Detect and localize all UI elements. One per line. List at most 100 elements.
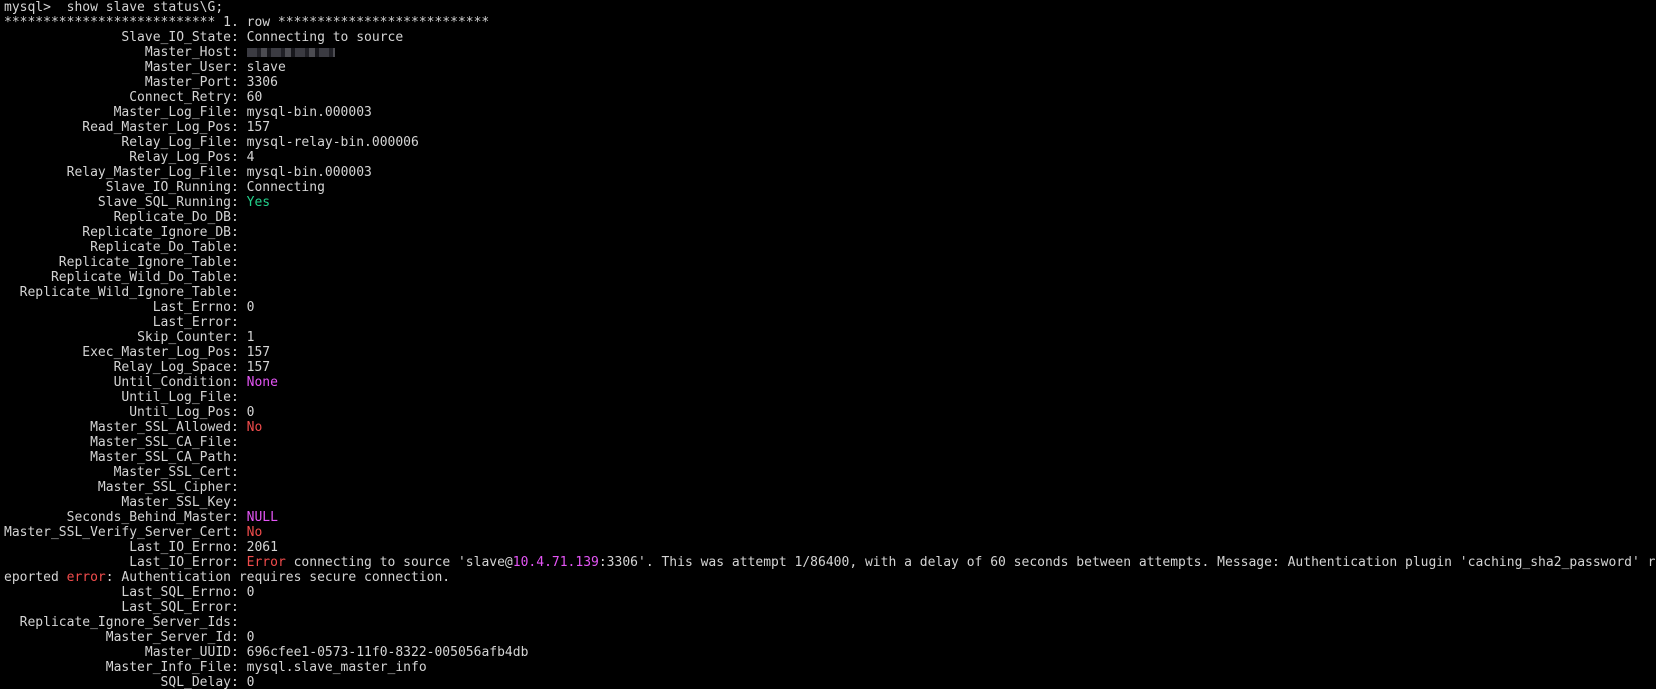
field-label: Replicate_Ignore_Table bbox=[58, 255, 231, 270]
field-label: Replicate_Wild_Do_Table bbox=[50, 270, 231, 285]
field-separator: : bbox=[230, 150, 247, 165]
field-value: mysql.slave_master_info bbox=[246, 660, 427, 675]
label-padding bbox=[4, 540, 129, 555]
field-label: Until_Log_Pos bbox=[129, 405, 231, 420]
field-value: 157 bbox=[246, 345, 271, 360]
label-padding bbox=[4, 360, 114, 375]
label-padding bbox=[4, 225, 82, 240]
status-row: Master_SSL_Cert: bbox=[4, 465, 1656, 480]
field-separator: : bbox=[230, 450, 247, 465]
field-value: 1 bbox=[246, 330, 255, 345]
status-fields: Slave_IO_State: Connecting to source Mas… bbox=[4, 30, 1656, 689]
label-padding bbox=[4, 120, 82, 135]
field-label: Slave_SQL_Running bbox=[97, 195, 231, 210]
label-padding bbox=[4, 150, 129, 165]
field-separator: : bbox=[230, 75, 247, 90]
label-padding bbox=[4, 630, 106, 645]
label-padding bbox=[4, 675, 161, 689]
field-separator: : bbox=[230, 255, 247, 270]
field-separator: : bbox=[230, 540, 247, 555]
field-label: Connect_Retry bbox=[129, 90, 231, 105]
label-padding bbox=[4, 75, 145, 90]
field-separator: : bbox=[230, 135, 247, 150]
status-row: Last_SQL_Errno: 0 bbox=[4, 585, 1656, 600]
field-label: Master_SSL_Verify_Server_Cert bbox=[4, 525, 231, 540]
field-separator: : bbox=[230, 270, 247, 285]
terminal-window[interactable]: mysql> show slave status\G; ************… bbox=[0, 0, 1656, 689]
redacted-value bbox=[246, 48, 335, 57]
field-label: Replicate_Wild_Ignore_Table bbox=[19, 285, 231, 300]
field-value: Yes bbox=[246, 195, 271, 210]
label-padding bbox=[4, 495, 121, 510]
label-padding bbox=[4, 105, 114, 120]
field-separator: : bbox=[230, 390, 247, 405]
label-padding bbox=[4, 255, 59, 270]
label-padding bbox=[4, 375, 114, 390]
field-separator: : bbox=[231, 345, 247, 360]
status-row: Replicate_Ignore_Table: bbox=[4, 255, 1656, 270]
field-value-segment: 10.4.71.139 bbox=[512, 555, 599, 570]
field-value: 0 bbox=[246, 405, 255, 420]
field-separator: : bbox=[230, 660, 247, 675]
field-label: Replicate_Ignore_DB bbox=[82, 225, 231, 240]
field-label: Until_Log_File bbox=[121, 390, 231, 405]
status-row: Slave_SQL_Running: Yes bbox=[4, 195, 1656, 210]
field-separator: : bbox=[230, 180, 247, 195]
label-padding bbox=[4, 615, 20, 630]
field-separator: : bbox=[231, 315, 247, 330]
status-row: Replicate_Wild_Ignore_Table: bbox=[4, 285, 1656, 300]
field-label: Replicate_Ignore_Server_Ids bbox=[19, 615, 231, 630]
field-label: Master_SSL_Allowed bbox=[90, 420, 231, 435]
field-separator: : bbox=[230, 420, 247, 435]
field-label: Master_UUID bbox=[144, 645, 231, 660]
label-padding bbox=[4, 555, 129, 570]
field-label: Master_Server_Id bbox=[105, 630, 231, 645]
field-value: slave bbox=[246, 60, 286, 75]
status-row: SQL_Delay: 0 bbox=[4, 675, 1656, 689]
field-separator: : bbox=[230, 615, 247, 630]
field-separator: : bbox=[230, 480, 247, 495]
field-separator: : bbox=[230, 375, 247, 390]
status-row: Last_Errno: 0 bbox=[4, 300, 1656, 315]
field-separator: : bbox=[231, 300, 247, 315]
field-separator: : bbox=[230, 360, 247, 375]
field-label: Master_SSL_Cert bbox=[113, 465, 231, 480]
label-padding bbox=[4, 585, 121, 600]
field-label: Master_SSL_CA_Path bbox=[90, 450, 231, 465]
field-label: Read_Master_Log_Pos bbox=[82, 120, 231, 135]
field-value: Connecting bbox=[246, 180, 325, 195]
label-padding bbox=[4, 135, 121, 150]
field-value-segment: connecting to source 'slave@ bbox=[285, 555, 513, 570]
label-padding bbox=[4, 180, 106, 195]
label-padding bbox=[4, 480, 98, 495]
field-separator: : bbox=[230, 330, 247, 345]
field-value: NULL bbox=[246, 510, 278, 525]
status-row: Master_Server_Id: 0 bbox=[4, 630, 1656, 645]
label-padding bbox=[4, 450, 90, 465]
field-value: mysql-relay-bin.000006 bbox=[246, 135, 419, 150]
field-label: Relay_Log_File bbox=[121, 135, 231, 150]
status-row: Replicate_Wild_Do_Table: bbox=[4, 270, 1656, 285]
field-label: Master_SSL_CA_File bbox=[90, 435, 231, 450]
field-separator: : bbox=[230, 405, 247, 420]
status-row: Master_SSL_CA_File: bbox=[4, 435, 1656, 450]
label-padding bbox=[4, 315, 153, 330]
label-padding bbox=[4, 90, 129, 105]
status-row: Slave_IO_Running: Connecting bbox=[4, 180, 1656, 195]
field-separator: : bbox=[230, 495, 247, 510]
status-row: Relay_Log_Pos: 4 bbox=[4, 150, 1656, 165]
field-label: Slave_IO_Running bbox=[105, 180, 231, 195]
field-separator: : bbox=[230, 525, 247, 540]
field-separator: : bbox=[230, 465, 247, 480]
field-value: 0 bbox=[246, 585, 255, 600]
field-separator: : bbox=[231, 120, 247, 135]
mysql-prompt: mysql> bbox=[4, 0, 51, 15]
status-row: Last_Error: bbox=[4, 315, 1656, 330]
status-row: Replicate_Ignore_Server_Ids: bbox=[4, 615, 1656, 630]
field-value: mysql-bin.000003 bbox=[246, 105, 372, 120]
label-padding bbox=[4, 285, 20, 300]
status-row: Replicate_Do_DB: bbox=[4, 210, 1656, 225]
field-separator: : bbox=[230, 585, 247, 600]
status-row: Master_Info_File: mysql.slave_master_inf… bbox=[4, 660, 1656, 675]
label-padding bbox=[4, 165, 67, 180]
